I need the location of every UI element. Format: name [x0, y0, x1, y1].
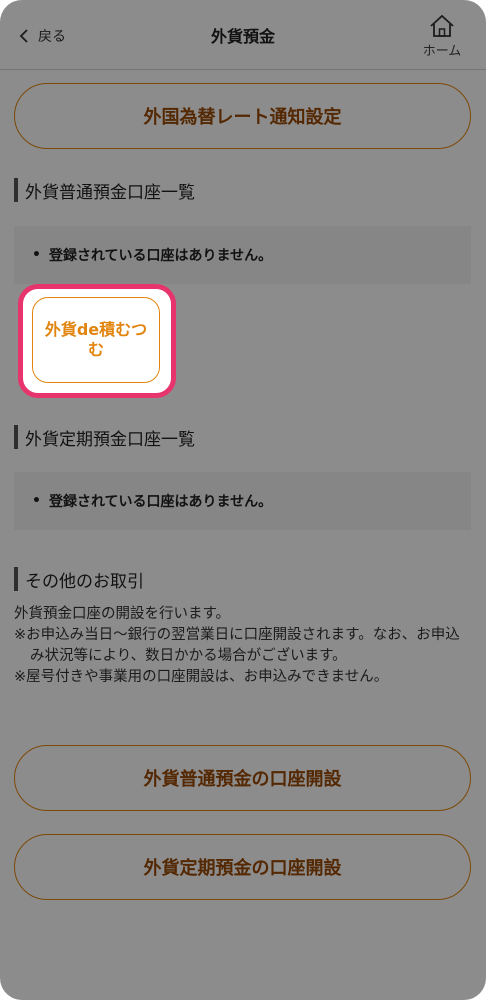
note-line-1: 外貨預金口座の開設を行います。	[14, 606, 231, 622]
page-title: 外貨預金	[210, 27, 275, 46]
other-section-title: その他のお取引	[14, 567, 144, 592]
ordinary-empty-text: 登録されている口座はありません。	[48, 248, 273, 264]
open-ordinary-account-button[interactable]: 外貨普通預金の口座開設	[14, 745, 471, 811]
rate-notice-button[interactable]: 外国為替レート通知設定	[14, 83, 471, 149]
app-screen: 戻る 外貨預金 ホーム 外国為替レート通知設定 外貨普通預金口座一覧 • 登録さ…	[0, 0, 486, 1000]
home-label: ホーム	[422, 44, 462, 59]
tsumitate-button[interactable]: 外貨de積むつむ	[32, 297, 160, 383]
note-line-3: ※屋号付きや事業用の口座開設は、お申込みできません。	[14, 669, 389, 685]
ordinary-section-title: 外貨普通預金口座一覧	[14, 178, 195, 203]
home-button[interactable]: ホーム	[418, 14, 466, 60]
nav-header: 戻る 外貨預金 ホーム	[0, 0, 486, 70]
open-time-account-button[interactable]: 外貨定期預金の口座開設	[14, 834, 471, 900]
ordinary-empty-box: • 登録されている口座はありません。	[14, 226, 471, 284]
time-section-title: 外貨定期預金口座一覧	[14, 425, 195, 450]
note-line-2: ※お申込み当日〜銀行の翌営業日に口座開設されます。なお、お申込み状況等により、数…	[14, 627, 460, 664]
open-account-notes: 外貨預金口座の開設を行います。 ※お申込み当日〜銀行の翌営業日に口座開設されます…	[14, 604, 474, 688]
bullet: •	[32, 493, 41, 509]
bullet: •	[32, 247, 41, 263]
time-empty-box: • 登録されている口座はありません。	[14, 472, 471, 530]
time-empty-text: 登録されている口座はありません。	[48, 494, 273, 510]
home-icon	[430, 14, 454, 37]
